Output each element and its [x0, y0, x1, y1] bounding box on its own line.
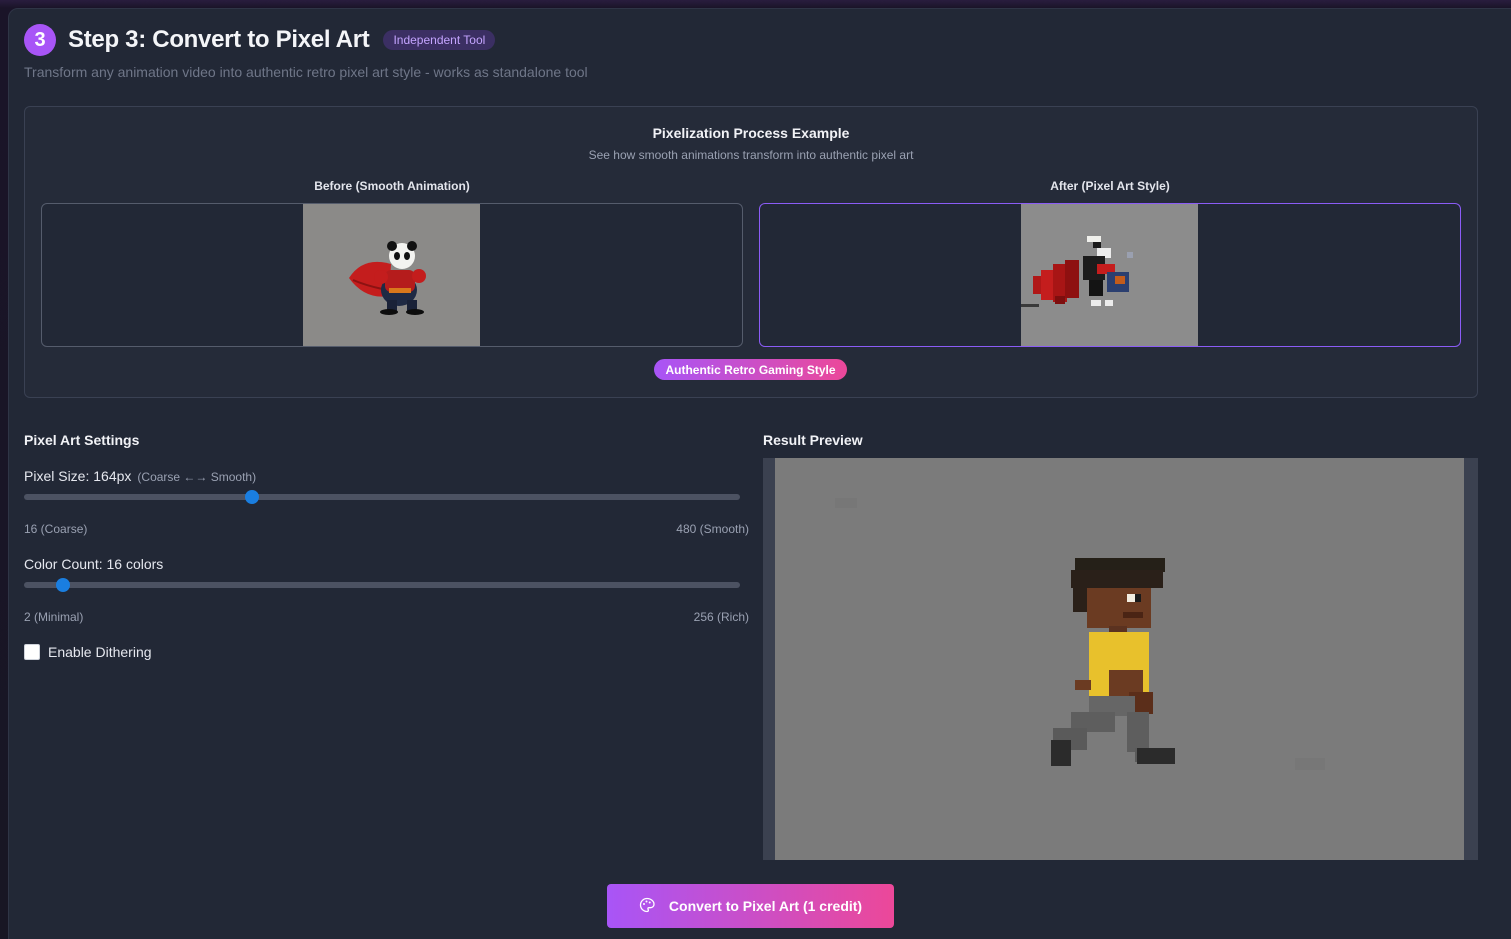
color-count-max-label: 256 (Rich)	[693, 610, 749, 624]
pixel-size-slider[interactable]	[24, 490, 740, 504]
retro-style-badge: Authentic Retro Gaming Style	[654, 359, 847, 380]
result-preview-frame	[763, 458, 1478, 860]
pixel-size-value-text: Pixel Size: 164px	[24, 468, 132, 484]
palette-icon	[639, 897, 655, 916]
before-image-smooth-panda	[303, 204, 480, 346]
color-count-slider[interactable]	[24, 578, 740, 592]
color-count-slider-handle[interactable]	[56, 578, 71, 592]
example-subtitle: See how smooth animations transform into…	[588, 148, 914, 162]
dithering-checkbox[interactable]	[24, 644, 40, 660]
color-count-label: Color Count: 16 colors	[24, 556, 164, 572]
step-number-badge: 3	[24, 24, 56, 56]
settings-title: Pixel Art Settings	[24, 432, 140, 448]
page-subtitle: Transform any animation video into authe…	[24, 64, 588, 80]
result-preview-image	[775, 458, 1464, 860]
convert-button-label: Convert to Pixel Art (1 credit)	[668, 898, 863, 914]
before-frame	[41, 203, 743, 347]
page-title: Step 3: Convert to Pixel Art	[68, 26, 370, 53]
pixel-size-label: Pixel Size: 164px (Coarse ←→ Smooth)	[24, 468, 256, 484]
pixel-size-slider-handle[interactable]	[245, 490, 260, 504]
pixel-size-max-label: 480 (Smooth)	[676, 522, 749, 536]
color-count-min-label: 2 (Minimal)	[24, 610, 84, 624]
pixel-size-min-label: 16 (Coarse)	[24, 522, 88, 536]
dithering-option[interactable]: Enable Dithering	[24, 644, 152, 660]
convert-to-pixel-art-button[interactable]: Convert to Pixel Art (1 credit)	[607, 884, 894, 928]
pixel-size-hint: (Coarse ←→ Smooth)	[137, 470, 257, 484]
before-label: Before (Smooth Animation)	[314, 179, 470, 193]
example-title: Pixelization Process Example	[652, 125, 850, 141]
result-preview-title: Result Preview	[763, 432, 863, 448]
independent-tool-badge: Independent Tool	[383, 30, 496, 50]
after-image-pixel-panda	[1021, 204, 1198, 346]
step-header: 3 Step 3: Convert to Pixel Art Independe…	[24, 24, 496, 56]
dithering-label: Enable Dithering	[48, 644, 152, 660]
after-label: After (Pixel Art Style)	[1050, 179, 1170, 193]
pixelization-example-card: Pixelization Process Example See how smo…	[24, 106, 1478, 398]
after-frame	[759, 203, 1461, 347]
